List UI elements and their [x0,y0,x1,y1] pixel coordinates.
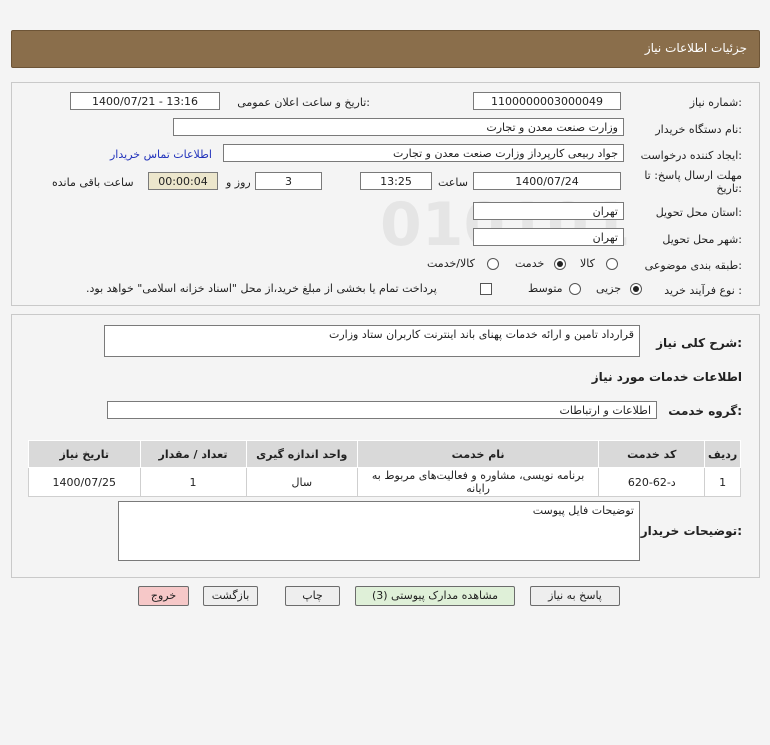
deadline-time-field: 13:25 [360,172,432,190]
col-row: ردیف [704,440,741,468]
col-qty: تعداد / مقدار [139,440,247,468]
province-field: تهران [473,202,624,220]
deadline-date-field: 1400/07/24 [473,172,621,190]
deadline-label: مهلت ارسال پاسخ: تا [644,169,742,182]
exit-button[interactable]: خروج [138,586,189,606]
col-date: تاریخ نیاز [28,440,141,468]
need-info-panel [11,82,760,306]
services-table-header: ردیف کد خدمت نام خدمت واحد اندازه گیری ت… [28,440,741,468]
treasury-payment-checkbox[interactable] [480,283,492,295]
page-title: جزئیات اطلاعات نیاز [644,41,747,55]
summary-label: شرح کلی نیاز: [656,336,742,350]
buyer-notes-label: توضیحات خریدار: [640,524,742,538]
services-table: ردیف کد خدمت نام خدمت واحد اندازه گیری ت… [28,440,741,497]
service-group-label: گروه خدمت: [668,404,742,418]
buyer-notes-field: توضیحات فایل پیوست [118,501,640,561]
summary-field: قرارداد تامین و ارائه خدمات پهنای باند ا… [104,325,640,357]
category-radio-goods-service[interactable] [487,258,499,270]
city-label: شهر محل تحویل: [662,233,742,246]
category-option-service: خدمت [515,257,545,270]
buyer-org-label: نام دستگاه خریدار: [655,123,742,136]
cell-unit: سال [245,467,358,497]
need-number-label: شماره نیاز: [689,96,742,109]
treasury-payment-note: پرداخت تمام یا بخشی از مبلغ خرید،از محل … [86,282,437,295]
service-group-field: اطلاعات و ارتباطات [107,401,657,419]
city-field: تهران [473,228,624,246]
category-option-goods: کالا [580,257,595,270]
buyer-org-field: وزارت صنعت معدن و تجارت [173,118,624,136]
cell-row: 1 [704,467,741,497]
services-section-title: اطلاعات خدمات مورد نیاز [591,370,742,384]
remaining-label: ساعت باقی مانده [52,176,134,189]
buyer-contact-link[interactable]: اطلاعات تماس خریدار [110,148,212,161]
province-label: استان محل تحویل: [655,206,742,219]
purchase-option-minor: جزیی [596,282,622,295]
cell-name: برنامه نویسی، مشاوره و فعالیت‌های مربوط … [356,467,600,497]
col-code: کد خدمت [598,440,706,468]
need-number-field: 1100000003000049 [473,92,621,110]
category-option-goods-service: کالا/خدمت [427,257,475,270]
col-unit: واحد اندازه گیری [245,440,358,468]
days-label: روز و [226,176,251,189]
category-label: طبقه بندی موضوعی: [644,259,742,272]
category-radio-service[interactable] [554,258,566,270]
col-name: نام خدمت [356,440,600,468]
remaining-time-field: 00:00:04 [148,172,218,190]
announce-field: 1400/07/21 - 13:16 [70,92,220,110]
reply-button[interactable]: پاسخ به نیاز [530,586,620,606]
table-row: 1 د-62-620 برنامه نویسی، مشاوره و فعالیت… [28,467,741,497]
deadline-time-label: ساعت [438,176,468,189]
category-radio-goods[interactable] [606,258,618,270]
requester-field: جواد ربیعی کارپرداز وزارت صنعت معدن و تج… [223,144,624,162]
back-button[interactable]: بازگشت [203,586,258,606]
announce-label: تاریخ و ساعت اعلان عمومی: [237,96,370,109]
days-field: 3 [255,172,322,190]
page-header: جزئیات اطلاعات نیاز [11,30,760,68]
requester-label: ایجاد کننده درخواست: [640,149,742,162]
cell-code: د-62-620 [598,467,706,497]
purchase-option-medium: متوسط [528,282,563,295]
cell-qty: 1 [139,467,247,497]
deadline-label-date: تاریخ: [716,182,742,195]
purchase-radio-medium[interactable] [569,283,581,295]
view-documents-button[interactable]: مشاهده مدارک پیوستی (3) [355,586,515,606]
purchase-radio-minor[interactable] [630,283,642,295]
print-button[interactable]: چاپ [285,586,340,606]
cell-date: 1400/07/25 [28,467,141,497]
purchase-type-label: نوع فرآیند خرید : [664,284,742,297]
